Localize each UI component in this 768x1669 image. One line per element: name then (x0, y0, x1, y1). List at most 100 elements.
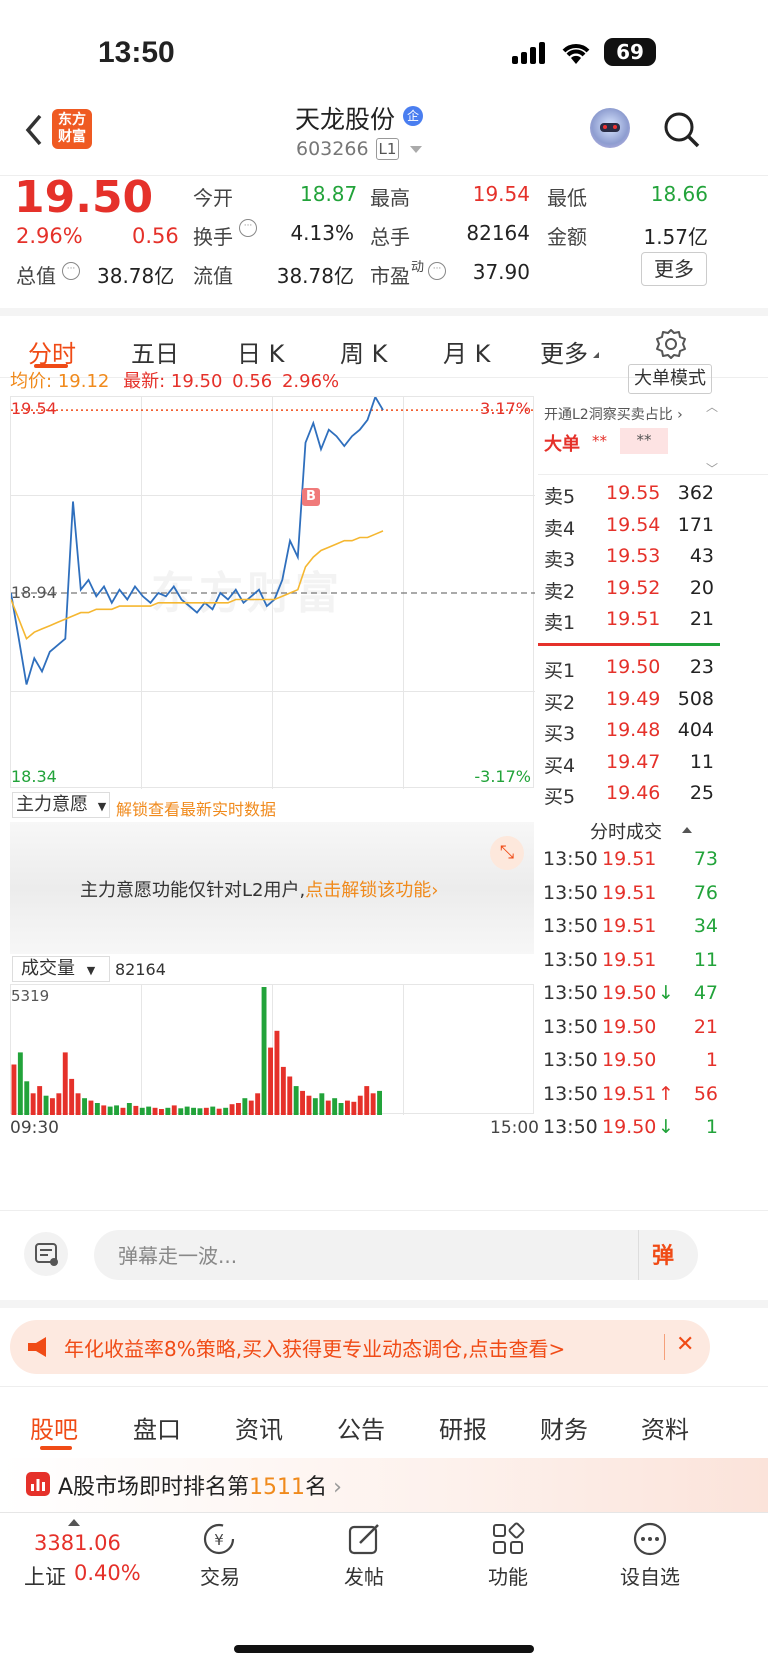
order-book-row[interactable]: 卖5 19.55 362 (544, 482, 768, 515)
info-icon[interactable]: ··· (428, 262, 446, 280)
tab-research[interactable]: 研报 (439, 1410, 487, 1445)
change-value: 0.56 (132, 224, 179, 248)
quote-value-amount: 1.57亿 (643, 225, 708, 249)
volume-chart[interactable]: 5319 (10, 984, 534, 1115)
volume-bar (152, 1107, 158, 1115)
price-lines (11, 397, 535, 685)
quote-label-total-value: 总值 (16, 264, 56, 288)
trade-row: 13:50 19.50 21 (543, 1016, 718, 1051)
l2-promo[interactable]: 开通L2洞察买卖占比 › (544, 404, 683, 424)
volume-dropdown[interactable]: 成交量 ▼ (12, 956, 110, 982)
footer-add-watchlist[interactable]: 设自选 (620, 1561, 680, 1590)
tab-five-day[interactable]: 五日 (131, 334, 179, 369)
footer-function[interactable]: 功能 (488, 1561, 528, 1590)
order-book-row[interactable]: 买2 19.49 508 (544, 688, 768, 721)
search-icon[interactable] (662, 110, 702, 150)
logo-text-1: 东方 (58, 112, 86, 128)
tab-news[interactable]: 资讯 (235, 1410, 283, 1445)
volume-bar (62, 1052, 68, 1115)
robot-avatar-icon[interactable] (590, 108, 630, 148)
tab-guba[interactable]: 股吧 (30, 1410, 78, 1445)
order-book-row[interactable]: 卖2 19.52 20 (544, 577, 768, 610)
level-badge[interactable]: L1 (376, 138, 399, 160)
function-icon[interactable] (490, 1521, 526, 1557)
comment-icon[interactable] (24, 1232, 68, 1276)
volume-bar (236, 1103, 241, 1115)
index-value[interactable]: 3381.06 (34, 1531, 121, 1555)
order-book-row[interactable]: 买5 19.46 25 (544, 782, 768, 815)
quote-label-open: 今开 (193, 186, 233, 210)
trade-row: 13:50 19.51 11 (543, 949, 718, 984)
wifi-icon (560, 40, 592, 66)
quote-value-open: 18.87 (300, 182, 358, 206)
order-level-label: 买3 (544, 723, 576, 746)
expand-icon[interactable]: ⤡ (490, 836, 524, 870)
order-level-label: 买4 (544, 754, 576, 777)
tab-finance[interactable]: 财务 (540, 1410, 588, 1445)
notice-unlock-link[interactable]: 点击解锁该功能 (305, 880, 431, 901)
order-book-row[interactable]: 买3 19.48 404 (544, 719, 768, 752)
main-intent-dropdown[interactable]: 主力意愿 ▼ (12, 792, 110, 818)
promo-banner[interactable]: 年化收益率8%策略,买入获得更专业动态调仓,点击查看> ✕ (10, 1320, 710, 1374)
order-volume: 21 (689, 608, 714, 631)
stock-code: 603266 (296, 138, 369, 160)
info-icon[interactable]: ··· (239, 219, 257, 237)
order-level-label: 买2 (544, 691, 576, 714)
buy-marker[interactable]: B (302, 488, 320, 506)
volume-bar (216, 1108, 222, 1115)
trade-icon[interactable]: ¥ (201, 1521, 237, 1557)
quote-value-total-value: 38.78亿 (97, 264, 175, 288)
order-volume: 404 (677, 719, 714, 742)
volume-bar (351, 1101, 357, 1115)
banner-text: 年化收益率8%策略,买入获得更专业动态调仓,点击查看> (64, 1337, 566, 1361)
trade-row: 13:50 19.50 ↓ 1 (543, 1116, 718, 1151)
tab-daily-k[interactable]: 日 K (237, 334, 284, 369)
collapse-up-icon[interactable]: ︿ (706, 398, 718, 415)
order-price: 19.50 (606, 656, 661, 678)
back-icon[interactable] (20, 110, 50, 150)
quote-label-pe: 市盈 (370, 264, 410, 288)
index-name[interactable]: 上证 (24, 1561, 66, 1591)
order-book-row[interactable]: 卖4 19.54 171 (544, 514, 768, 547)
footer-trade[interactable]: 交易 (200, 1561, 240, 1590)
danmu-input[interactable]: 弹幕走一波... 弹 (94, 1230, 698, 1280)
post-icon[interactable] (346, 1521, 382, 1557)
order-book-row[interactable]: 卖3 19.53 43 (544, 545, 768, 578)
order-book-row[interactable]: 买1 19.50 23 (544, 656, 768, 689)
ranking-icon (26, 1472, 50, 1496)
gear-icon[interactable] (655, 328, 687, 360)
tab-monthly-k[interactable]: 月 K (443, 334, 490, 369)
unlock-link[interactable]: 解锁查看最新实时数据 (116, 796, 276, 820)
eastmoney-logo: 东方 财富 (52, 109, 92, 149)
volume-bar (171, 1105, 177, 1115)
danmu-button[interactable]: 弹 (652, 1238, 674, 1270)
tab-more[interactable]: 更多 (540, 334, 588, 369)
notice-text: 主力意愿功能仅针对L2用户, (80, 880, 306, 901)
trade-direction-icon: ↑ (658, 1082, 674, 1105)
order-book-row[interactable]: 买4 19.47 11 (544, 751, 768, 784)
bottom-section: 弹幕走一波... 弹 年化收益率8%策略,买入获得更专业动态调仓,点击查看> ✕… (0, 1210, 768, 1669)
trade-volume: 76 (693, 881, 718, 904)
tab-profile[interactable]: 资料 (641, 1410, 689, 1445)
footer-post[interactable]: 发帖 (344, 1561, 384, 1590)
trades-title[interactable]: 分时成交 (590, 818, 662, 844)
trade-volume: 73 (693, 848, 718, 870)
info-icon[interactable]: ··· (62, 262, 80, 280)
close-icon[interactable]: ✕ (676, 1332, 694, 1357)
volume-bar (364, 1086, 370, 1115)
big-order-mode-button[interactable]: 大单模式 (628, 364, 712, 394)
tab-pankou[interactable]: 盘口 (133, 1410, 181, 1445)
tab-weekly-k[interactable]: 周 K (340, 334, 387, 369)
order-book-row[interactable]: 卖1 19.51 21 (544, 608, 768, 641)
order-level-label: 卖3 (544, 549, 576, 572)
level-dropdown-icon[interactable] (410, 146, 422, 153)
more-dots-icon[interactable] (632, 1521, 668, 1557)
order-volume: 362 (677, 482, 714, 504)
index-pct[interactable]: 0.40% (74, 1561, 141, 1585)
volume-bar (146, 1106, 152, 1115)
price-chart[interactable]: 东方财富 19.54 18.94 18.34 3.17% -3.17% B (10, 396, 535, 789)
trade-volume: 34 (693, 915, 718, 937)
more-button[interactable]: 更多 (641, 252, 707, 286)
tab-announcements[interactable]: 公告 (337, 1410, 385, 1445)
enterprise-badge: 企 (403, 106, 423, 126)
